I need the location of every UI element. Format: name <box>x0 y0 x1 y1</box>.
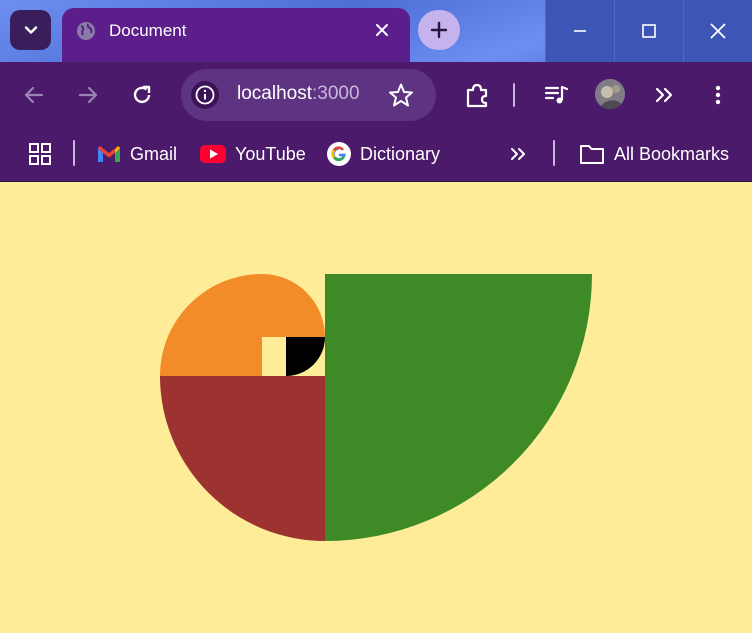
more-extensions-button[interactable] <box>650 81 678 109</box>
maximize-icon <box>642 24 656 38</box>
puzzle-icon <box>466 83 488 108</box>
red-quarter-circle <box>160 376 325 541</box>
back-button[interactable] <box>20 81 48 109</box>
info-icon <box>195 85 215 105</box>
browser-toolbar: localhost:3000 <box>0 62 752 128</box>
bookmarks-separator <box>73 140 75 166</box>
tab-close-button[interactable] <box>370 18 394 42</box>
new-tab-button[interactable] <box>418 10 460 50</box>
close-window-button[interactable] <box>683 0 752 62</box>
kebab-menu-icon <box>715 85 721 105</box>
arrow-left-icon <box>24 86 44 104</box>
forward-button[interactable] <box>74 81 102 109</box>
youtube-icon <box>200 145 226 163</box>
reload-button[interactable] <box>128 81 156 109</box>
window-controls <box>545 0 752 62</box>
all-bookmarks-label: All Bookmarks <box>614 143 730 164</box>
tab-title: Document <box>109 21 187 40</box>
bookmarks-bar: Gmail YouTube Dictionary All Bookmarks <box>0 128 752 182</box>
orange-quarter-circle <box>160 274 262 376</box>
bookmark-youtube[interactable]: YouTube <box>200 140 306 168</box>
tab-search-button[interactable] <box>10 10 51 50</box>
globe-icon <box>77 22 95 40</box>
double-chevron-right-icon <box>511 148 525 160</box>
reload-icon <box>133 85 151 104</box>
minimize-icon <box>574 30 586 32</box>
profile-avatar[interactable] <box>595 79 625 109</box>
green-quarter-circle <box>325 274 592 541</box>
bookmark-dictionary[interactable]: Dictionary <box>327 140 440 168</box>
browser-menu-button[interactable] <box>704 81 732 109</box>
bookmarks-separator <box>553 140 555 166</box>
google-icon <box>327 142 351 166</box>
golden-spiral-artwork <box>160 274 592 541</box>
tab-document[interactable]: Document <box>62 8 410 62</box>
orange-corner-arc <box>262 274 325 337</box>
url-text[interactable]: localhost:3000 <box>237 83 360 105</box>
plus-icon <box>430 21 448 39</box>
minimize-button[interactable] <box>545 0 614 62</box>
playlist-icon <box>544 85 569 104</box>
apps-button[interactable] <box>28 140 52 168</box>
apps-grid-icon <box>29 143 51 165</box>
address-bar[interactable]: localhost:3000 <box>181 69 436 121</box>
bookmark-gmail-label: Gmail <box>130 143 178 164</box>
arrow-right-icon <box>78 86 98 104</box>
avatar-icon <box>595 79 625 109</box>
extensions-button[interactable] <box>463 81 491 109</box>
toolbar-separator <box>513 83 515 107</box>
close-icon <box>710 23 726 39</box>
bookmark-star-icon[interactable] <box>388 82 414 108</box>
more-bookmarks-button[interactable] <box>508 140 528 168</box>
media-control-button[interactable] <box>542 81 570 109</box>
site-info-button[interactable] <box>191 81 219 109</box>
chevron-down-icon <box>24 26 37 34</box>
bookmark-youtube-label: YouTube <box>235 143 306 164</box>
all-bookmarks-button[interactable]: All Bookmarks <box>579 140 729 168</box>
page-content <box>0 183 752 633</box>
close-icon <box>376 24 388 36</box>
maximize-button[interactable] <box>614 0 683 62</box>
url-host: localhost <box>237 83 312 104</box>
url-port: :3000 <box>312 83 360 104</box>
cream-square <box>262 337 286 376</box>
bookmark-dictionary-label: Dictionary <box>360 143 441 164</box>
tab-strip: Document <box>0 0 752 62</box>
double-chevron-right-icon <box>655 87 673 103</box>
black-quarter-circle <box>286 337 325 376</box>
gmail-icon <box>97 144 121 164</box>
bookmark-gmail[interactable]: Gmail <box>97 140 177 168</box>
folder-icon <box>579 143 605 165</box>
